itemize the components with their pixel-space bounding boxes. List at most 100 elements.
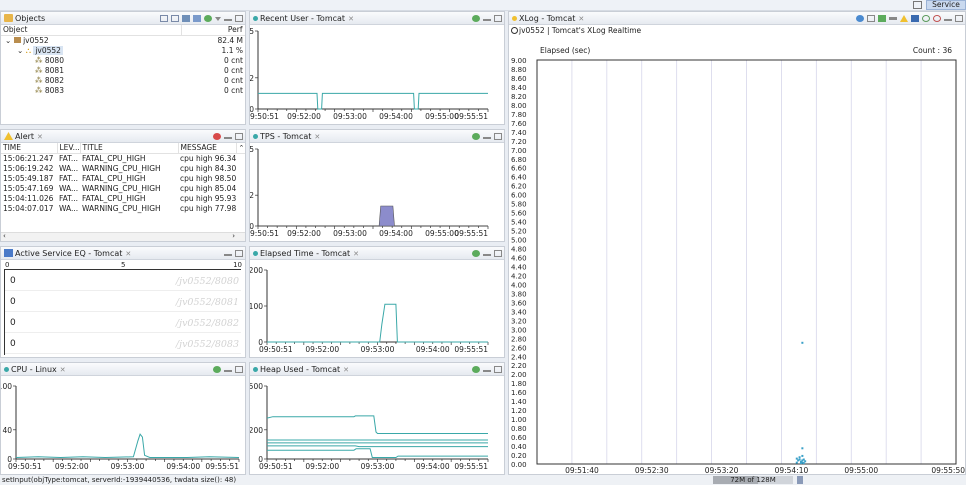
scroll-right-icon[interactable]: › [232, 232, 235, 240]
minimize-icon[interactable] [224, 369, 232, 372]
active-service-title: Active Service EQ - Tomcat [15, 249, 123, 258]
tag-icon[interactable] [878, 15, 886, 22]
alert-row[interactable]: 15:04:07.017 WA... WARNING_CPU_HIGH cpu hig… [1, 204, 245, 214]
tree-row[interactable]: ⁂ 8080 0 cnt [1, 56, 245, 66]
y-tick-label: 8.20 [511, 93, 527, 101]
alert-row[interactable]: 15:05:47.169 WA... WARNING_CPU_HIGH cpu hig… [1, 184, 245, 194]
tree-row[interactable]: ⁂ 8082 0 cnt [1, 76, 245, 86]
minimize-icon[interactable] [483, 369, 491, 372]
refresh-icon[interactable] [472, 133, 480, 140]
maximize-icon[interactable] [955, 15, 963, 22]
close-icon[interactable]: ✕ [60, 366, 66, 374]
table-icon[interactable] [867, 15, 875, 22]
maximize-icon[interactable] [235, 250, 243, 257]
tree-row-selected[interactable]: ⌄ ⛬ jv0552 1.1 % [1, 46, 245, 56]
zoom-in-icon[interactable] [922, 15, 930, 22]
clear-alert-icon[interactable] [213, 133, 221, 140]
minimize-icon[interactable] [483, 136, 491, 139]
scroll-up-icon[interactable]: ⌃ [236, 143, 245, 154]
close-icon[interactable]: ✕ [348, 15, 354, 23]
series-line-4 [267, 448, 488, 458]
filter-icon[interactable] [856, 15, 864, 22]
eq-row[interactable]: 0/jv0552/8082 [4, 312, 241, 333]
gc-icon[interactable] [797, 476, 803, 484]
maximize-icon[interactable] [235, 133, 243, 140]
alert-row[interactable]: 15:05:49.187 FAT... FATAL_CPU_HIGH cpu high… [1, 174, 245, 184]
y-tick-label: 40 [2, 426, 12, 435]
heap-status[interactable]: 72M of 128M [713, 476, 793, 484]
alert-col-title[interactable]: TITLE [80, 143, 179, 154]
chart-dot-icon [253, 367, 258, 372]
x-tick-label: 09:53:00 [111, 462, 145, 471]
service-perspective-button[interactable]: Service [926, 0, 966, 10]
tree-row[interactable]: ⌄ jv0552 82.4 M [1, 36, 245, 47]
link-icon[interactable] [889, 17, 897, 20]
close-icon[interactable]: ✕ [125, 250, 131, 258]
refresh-icon[interactable] [472, 15, 480, 22]
maximize-icon[interactable] [494, 15, 502, 22]
view-menu-icon[interactable] [215, 16, 221, 21]
chart-icon[interactable] [182, 15, 190, 22]
eq-scale-10: 10 [233, 261, 242, 269]
eq-row[interactable]: 0/jv0552/8081 [4, 291, 241, 312]
alert-row[interactable]: 15:04:11.026 FAT... FATAL_CPU_HIGH cpu high… [1, 194, 245, 204]
x-tick-label: 09:55:51 [205, 462, 239, 471]
minimize-icon[interactable] [483, 18, 491, 21]
objects-col-perf[interactable]: Perf [181, 25, 245, 36]
refresh-icon[interactable] [204, 15, 212, 22]
minimize-icon[interactable] [224, 18, 232, 21]
alert-col-message[interactable]: MESSAGE [178, 143, 237, 154]
xlog-scatter-chart[interactable]: 9.008.808.608.408.208.007.807.607.407.20… [509, 25, 965, 474]
warning-icon[interactable] [900, 15, 908, 22]
alert-row[interactable]: 15:06:21.247 FAT... FATAL_CPU_HIGH cpu high… [1, 154, 245, 165]
x-tick-label: 09:53:00 [361, 345, 395, 354]
y-tick-label: 3.20 [511, 317, 527, 325]
close-icon[interactable]: ✕ [37, 133, 43, 141]
eq-row[interactable]: 0/jv0552/8080 [4, 270, 241, 291]
alert-col-level[interactable]: LEV... [57, 143, 81, 154]
tree-row[interactable]: ⁂ 8081 0 cnt [1, 66, 245, 76]
x-tick-label: 09:50:51 [259, 345, 293, 354]
maximize-icon[interactable] [494, 366, 502, 373]
refresh-icon[interactable] [472, 250, 480, 257]
close-icon[interactable]: ✕ [343, 366, 349, 374]
maximize-icon[interactable] [235, 15, 243, 22]
minimize-icon[interactable] [944, 18, 952, 21]
close-icon[interactable]: ✕ [353, 250, 359, 258]
maximize-icon[interactable] [235, 366, 243, 373]
alert-col-time[interactable]: TIME [1, 143, 58, 154]
refresh-icon[interactable] [472, 366, 480, 373]
x-tick-label: 09:53:20 [705, 466, 739, 474]
expand-icon[interactable] [160, 15, 168, 22]
y-tick-label: 3.80 [511, 290, 527, 298]
scroll-left-icon[interactable]: ‹ [3, 232, 6, 240]
tree-row[interactable]: ⁂ 8083 0 cnt [1, 86, 245, 96]
objects-title: Objects [15, 14, 46, 23]
y-tick-label: 5.20 [511, 228, 527, 236]
y-tick-label: 2.60 [511, 344, 527, 352]
refresh-icon[interactable] [213, 366, 221, 373]
minimize-icon[interactable] [224, 136, 232, 139]
y-tick-label: 0.00 [511, 461, 527, 469]
close-icon[interactable]: ✕ [578, 15, 584, 23]
minimize-icon[interactable] [483, 253, 491, 256]
profile-icon[interactable] [911, 15, 919, 22]
y-tick-label: 4.60 [511, 255, 527, 263]
alert-row[interactable]: 15:06:19.242 WA... WARNING_CPU_HIGH cpu hig… [1, 164, 245, 174]
collapse-icon[interactable] [171, 15, 179, 22]
maximize-icon[interactable] [494, 250, 502, 257]
status-message: setInput(objType:tomcat, serverId:-19394… [2, 476, 237, 484]
close-icon[interactable]: ✕ [314, 133, 320, 141]
minimize-icon[interactable] [224, 253, 232, 256]
xlog-view: XLog - Tomcat ✕ jv0552 | Tomcat's XLog Re… [508, 11, 966, 475]
chart-dot-icon [4, 367, 9, 372]
perspective-icon[interactable] [913, 1, 922, 9]
horizontal-scrollbar[interactable]: ‹ › [1, 232, 245, 241]
maximize-icon[interactable] [494, 133, 502, 140]
objects-col-object[interactable]: Object [1, 25, 182, 36]
y-tick-label: 2 [250, 191, 254, 200]
zoom-out-icon[interactable] [933, 15, 941, 22]
eq-row[interactable]: 0/jv0552/8083 [4, 333, 241, 354]
server-icon[interactable] [193, 15, 201, 22]
y-tick-label: 8.80 [511, 66, 527, 74]
